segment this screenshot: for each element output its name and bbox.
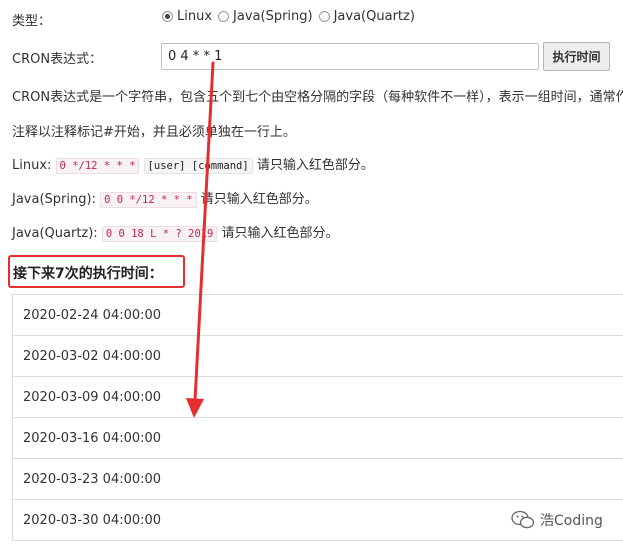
wechat-icon xyxy=(511,510,535,529)
annotation-arrow-icon xyxy=(186,61,215,418)
watermark-text: 浩Coding xyxy=(540,513,603,529)
watermark: 浩Coding xyxy=(511,510,603,530)
